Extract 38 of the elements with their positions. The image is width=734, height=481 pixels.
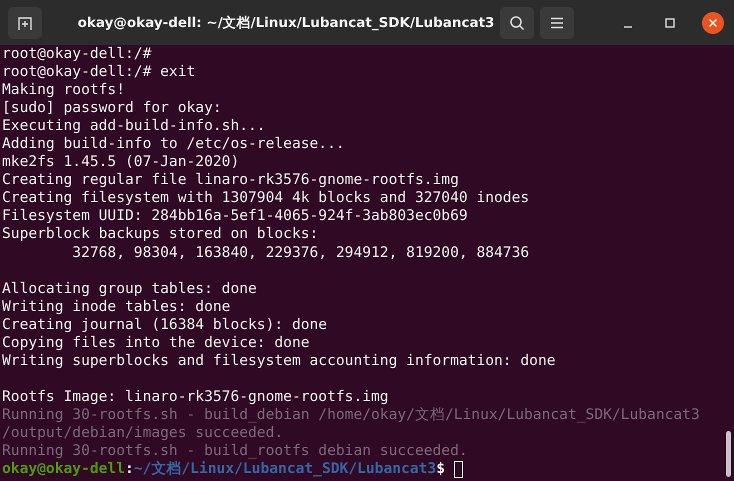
terminal-line: 32768, 98304, 163840, 229376, 294912, 819200, 884736 [71, 244, 530, 262]
menu-button[interactable] [540, 6, 574, 38]
terminal-line: Making rootfs! [2, 81, 126, 100]
terminal-line: root@okay-dell:/# [2, 45, 152, 64]
prompt-symbol: : [125, 460, 134, 478]
terminal-line: Executing add-build-info.sh... [2, 117, 266, 136]
close-button[interactable] [702, 12, 724, 34]
terminal-line: Creating regular file linaro-rk3576-gnome-rootfs.img [2, 171, 459, 190]
terminal-line: Copying files into the device: done [2, 334, 310, 352]
minimize-icon [624, 26, 632, 28]
terminal-line: mke2fs 1.45.5 (07-Jan-2020) [2, 153, 240, 172]
terminal-line: Creating journal (16384 blocks): done [2, 316, 328, 334]
terminal-line: Adding build-info to /etc/os-release... [2, 135, 345, 154]
search-button[interactable] [500, 6, 534, 38]
prompt-user: okay@okay-dell [2, 460, 126, 478]
scrollbar-thumb[interactable] [726, 431, 731, 477]
terminal-line: Running 30-rootfs.sh - build_rootfs debian succeeded. [2, 442, 468, 460]
terminal-line: Superblock backups stored on blocks: [2, 225, 318, 244]
terminal-line: Creating filesystem with 1307904 4k blocks and 327040 inodes [2, 189, 530, 208]
window-title: okay@okay-dell: ~/文档/Linux/Lubancat_SDK/Lubancat3 [76, 14, 494, 32]
terminal-line: root@okay-dell:/# exit [2, 63, 196, 82]
prompt-symbol: $ [436, 460, 445, 478]
terminal-line: Filesystem UUID: 284bb16a-5ef1-4065-924f-3ab803ec0b69 [2, 207, 468, 226]
terminal-line: Writing inode tables: done [2, 298, 230, 316]
maximize-icon [665, 18, 676, 28]
terminal-line: Running 30-rootfs.sh - build_debian /home/okay/文档/Linux/Lubancat_SDK/Lubancat3 [2, 406, 700, 424]
prompt-path: ~/文档/Linux/Lubancat_SDK/Lubancat3 [134, 460, 436, 478]
terminal-line: [sudo] password for okay: [2, 99, 222, 118]
terminal-line: Rootfs Image: linaro-rk3576-gnome-rootfs.img [2, 388, 389, 406]
new-tab-button[interactable] [8, 6, 42, 38]
terminal-line: Allocating group tables: done [2, 280, 257, 298]
terminal-line: /output/debian/images succeeded. [2, 424, 284, 442]
new-tab-icon [16, 14, 33, 30]
search-icon [509, 14, 526, 30]
text-cursor [454, 460, 463, 478]
terminal-line: Writing superblocks and filesystem accounting information: done [2, 352, 556, 370]
menu-icon [550, 16, 564, 28]
close-icon [708, 18, 718, 28]
